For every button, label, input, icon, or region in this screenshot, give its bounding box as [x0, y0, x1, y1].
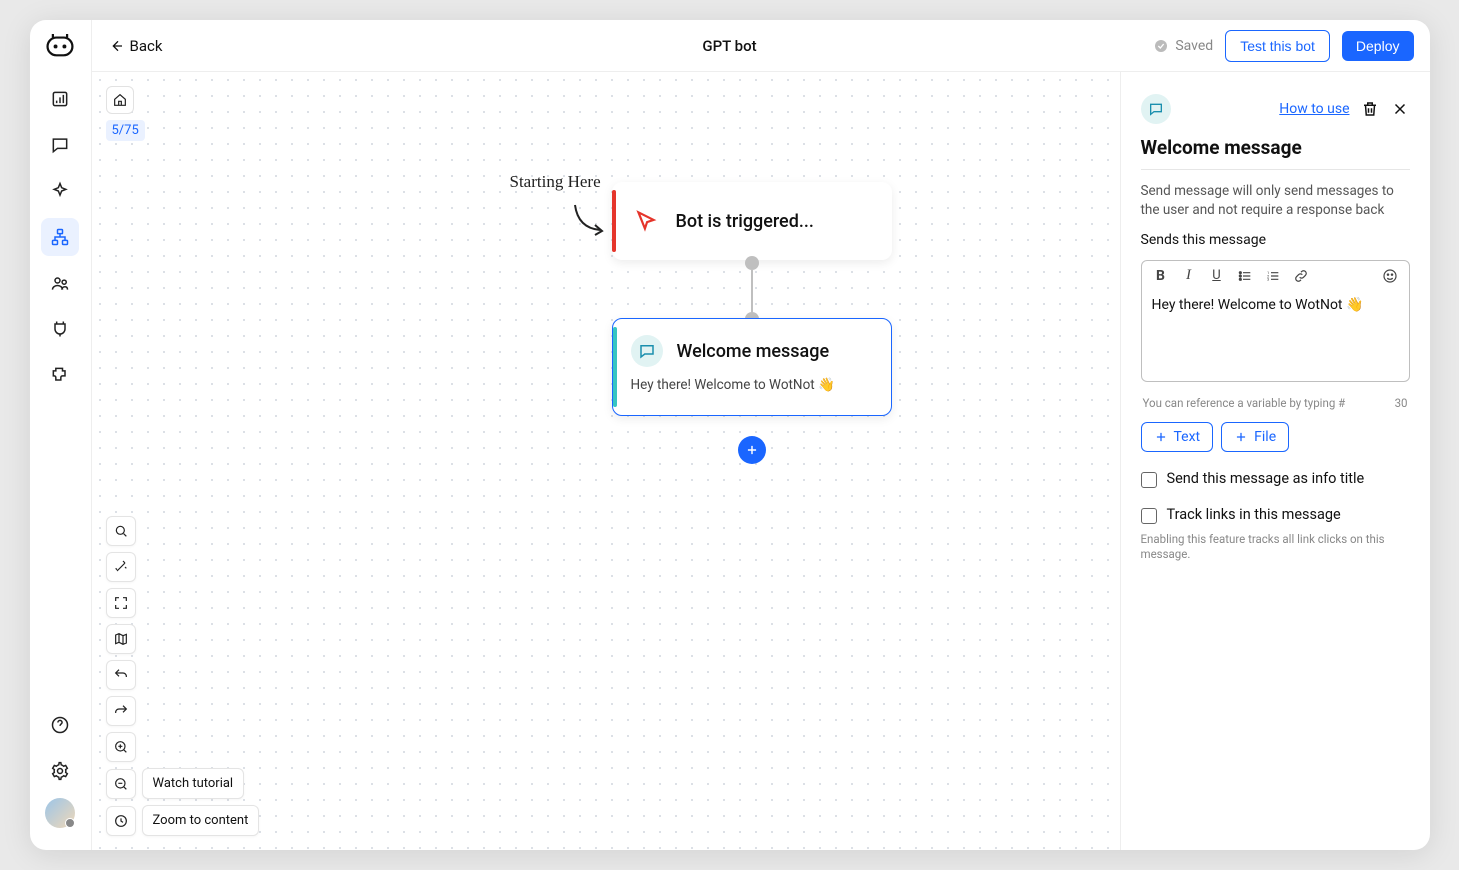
- track-links-hint: Enabling this feature tracks all link cl…: [1141, 532, 1410, 562]
- back-label: Back: [130, 37, 163, 55]
- nav-help[interactable]: [41, 706, 79, 744]
- char-count: 30: [1395, 396, 1408, 410]
- nav-flow[interactable]: [41, 218, 79, 256]
- nav-chat[interactable]: [41, 126, 79, 164]
- magic-layout-button[interactable]: [106, 552, 136, 582]
- canvas-tools: Watch tutorial Zoom to content: [106, 516, 260, 836]
- track-links-label: Track links in this message: [1167, 506, 1341, 523]
- search-button[interactable]: [106, 516, 136, 546]
- nav-settings[interactable]: [41, 752, 79, 790]
- add-text-button[interactable]: Text: [1141, 422, 1214, 452]
- nav-extensions[interactable]: [41, 356, 79, 394]
- svg-text:3: 3: [1267, 276, 1269, 281]
- nav-analytics[interactable]: [41, 80, 79, 118]
- nav-integrations[interactable]: [41, 310, 79, 348]
- delete-node-button[interactable]: [1360, 99, 1380, 119]
- undo-button[interactable]: [106, 660, 136, 690]
- zoom-reset-button[interactable]: [106, 806, 136, 836]
- canvas-home-button[interactable]: [106, 86, 134, 114]
- bold-button[interactable]: B: [1152, 267, 1170, 285]
- trigger-node-title: Bot is triggered...: [676, 211, 814, 232]
- info-title-checkbox-row: Send this message as info title: [1141, 470, 1410, 488]
- deploy-button[interactable]: Deploy: [1342, 31, 1414, 61]
- saved-status: Saved: [1153, 38, 1213, 54]
- add-node-button[interactable]: [738, 436, 766, 464]
- starting-here-label: Starting Here: [510, 172, 601, 192]
- message-node-preview: Hey there! Welcome to WotNot 👋: [631, 377, 835, 393]
- back-button[interactable]: Back: [108, 37, 163, 55]
- nav-contacts[interactable]: [41, 264, 79, 302]
- message-icon: [631, 335, 663, 367]
- bullet-list-button[interactable]: [1236, 267, 1254, 285]
- track-links-checkbox-row: Track links in this message: [1141, 506, 1410, 524]
- italic-button[interactable]: I: [1180, 267, 1198, 285]
- redo-button[interactable]: [106, 696, 136, 726]
- zoom-out-button[interactable]: [106, 769, 136, 799]
- message-node-title: Welcome message: [677, 341, 830, 362]
- editor-toolbar: B I U 123: [1142, 261, 1409, 291]
- message-editor: B I U 123 Hey there! Welcome to WotNot 👋: [1141, 260, 1410, 382]
- close-panel-button[interactable]: [1390, 99, 1410, 119]
- nav-ai[interactable]: [41, 172, 79, 210]
- add-file-button[interactable]: File: [1221, 422, 1289, 452]
- minimap-button[interactable]: [106, 624, 136, 654]
- zoom-in-button[interactable]: [106, 732, 136, 762]
- canvas[interactable]: 5/75 Starting Here Bot is triggered...: [92, 72, 1120, 850]
- test-bot-button[interactable]: Test this bot: [1225, 30, 1330, 62]
- main-column: Back GPT bot Saved Test this bot Deploy: [92, 20, 1430, 850]
- starting-arrow-icon: [570, 200, 610, 244]
- how-to-use-link[interactable]: How to use: [1279, 101, 1349, 117]
- left-rail: [30, 20, 92, 850]
- link-button[interactable]: [1292, 267, 1310, 285]
- app-logo: [44, 34, 76, 60]
- cursor-icon: [630, 205, 662, 237]
- info-title-label: Send this message as info title: [1167, 470, 1365, 487]
- node-properties-panel: How to use Welcome message Send message …: [1120, 72, 1430, 850]
- header: Back GPT bot Saved Test this bot Deploy: [92, 20, 1430, 72]
- bot-title[interactable]: GPT bot: [702, 37, 756, 55]
- fullscreen-button[interactable]: [106, 588, 136, 618]
- info-title-checkbox[interactable]: [1141, 472, 1157, 488]
- node-counter: 5/75: [106, 120, 145, 141]
- message-icon: [1141, 94, 1171, 124]
- numbered-list-button[interactable]: 123: [1264, 267, 1282, 285]
- panel-description: Send message will only send messages to …: [1141, 182, 1410, 220]
- message-node[interactable]: Welcome message Hey there! Welcome to Wo…: [612, 318, 892, 416]
- panel-title: Welcome message: [1141, 136, 1410, 170]
- variable-hint: You can reference a variable by typing #: [1143, 396, 1346, 410]
- emoji-button[interactable]: [1381, 267, 1399, 285]
- underline-button[interactable]: U: [1208, 267, 1226, 285]
- track-links-checkbox[interactable]: [1141, 508, 1157, 524]
- sends-message-label: Sends this message: [1141, 232, 1410, 248]
- user-avatar[interactable]: [45, 798, 75, 828]
- zoom-to-content-button[interactable]: Zoom to content: [142, 805, 260, 836]
- watch-tutorial-button[interactable]: Watch tutorial: [142, 768, 245, 799]
- trigger-node[interactable]: Bot is triggered...: [612, 182, 892, 260]
- message-input[interactable]: Hey there! Welcome to WotNot 👋: [1142, 291, 1409, 381]
